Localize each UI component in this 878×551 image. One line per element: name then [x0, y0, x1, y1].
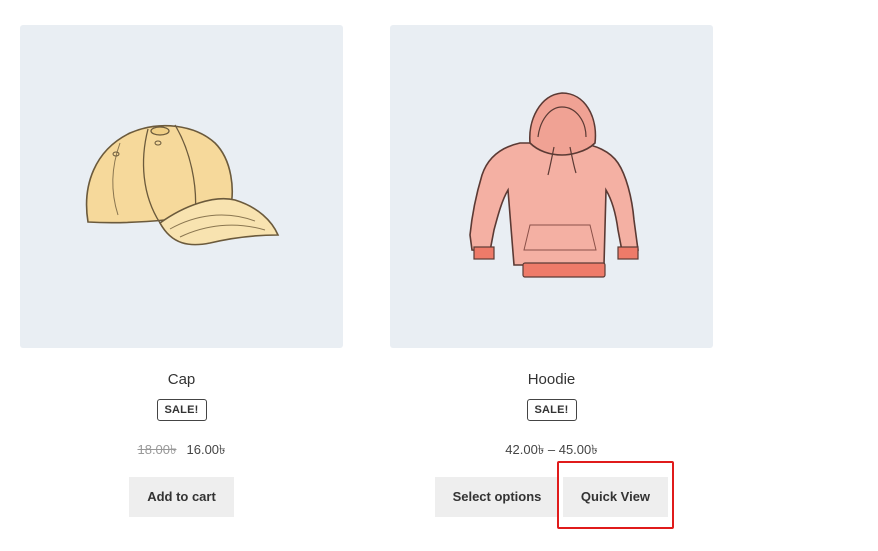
product-price-range: 42.00৳ – 45.00৳	[505, 442, 598, 457]
sale-badge: SALE!	[526, 399, 577, 421]
sale-badge: SALE!	[156, 399, 207, 421]
product-price: 18.00৳ 16.00৳	[20, 441, 343, 462]
product-image-cap[interactable]	[20, 25, 343, 348]
product-card-cap: Cap SALE! 18.00৳ 16.00৳ Add to cart	[20, 25, 343, 517]
product-grid: Cap SALE! 18.00৳ 16.00৳ Add to cart Hood…	[0, 0, 878, 551]
quick-view-button[interactable]: Quick View	[563, 477, 668, 517]
product-title[interactable]: Hoodie	[390, 371, 713, 388]
original-price: 18.00৳	[137, 442, 177, 457]
sale-price: 16.00৳	[186, 442, 226, 457]
cap-image	[85, 124, 280, 246]
select-options-button[interactable]: Select options	[435, 477, 559, 517]
product-title[interactable]: Cap	[20, 371, 343, 388]
product-card-hoodie: Hoodie SALE! 42.00৳ – 45.00৳ Select opti…	[390, 25, 713, 517]
hoodie-image	[469, 92, 639, 278]
add-to-cart-button[interactable]: Add to cart	[129, 477, 234, 517]
product-image-hoodie[interactable]	[390, 25, 713, 348]
